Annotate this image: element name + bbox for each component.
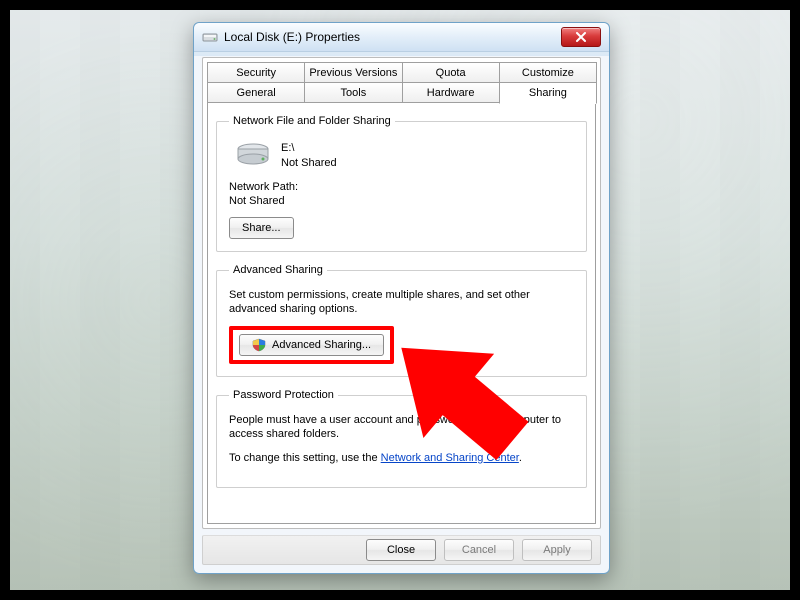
cancel-button[interactable]: Cancel: [444, 539, 514, 561]
uac-shield-icon: [252, 338, 266, 352]
group-advanced-sharing: Advanced Sharing Set custom permissions,…: [216, 264, 587, 377]
hint-suffix: .: [519, 452, 522, 464]
close-window-button[interactable]: [561, 27, 601, 47]
client-area: Security Previous Versions Quota Customi…: [202, 57, 601, 529]
tab-sharing[interactable]: Sharing: [499, 82, 597, 104]
close-button[interactable]: Close: [366, 539, 436, 561]
share-button[interactable]: Share...: [229, 217, 294, 239]
hint-prefix: To change this setting, use the: [229, 452, 381, 464]
group-legend: Network File and Folder Sharing: [229, 115, 395, 127]
apply-button[interactable]: Apply: [522, 539, 592, 561]
group-legend: Password Protection: [229, 389, 338, 401]
tab-quota[interactable]: Quota: [402, 62, 500, 83]
advanced-sharing-button[interactable]: Advanced Sharing...: [239, 334, 384, 356]
drive-large-icon: [235, 141, 271, 165]
advanced-sharing-button-label: Advanced Sharing...: [272, 339, 371, 351]
tab-content-sharing: Network File and Folder Sharing E:\ Not …: [207, 103, 596, 524]
tab-tools[interactable]: Tools: [304, 82, 402, 103]
group-network-file-sharing: Network File and Folder Sharing E:\ Not …: [216, 115, 587, 252]
group-password-protection: Password Protection People must have a u…: [216, 389, 587, 488]
tab-hardware[interactable]: Hardware: [402, 82, 500, 103]
dialog-footer: Close Cancel Apply: [202, 535, 601, 565]
advanced-sharing-description: Set custom permissions, create multiple …: [229, 288, 574, 316]
network-path-value: Not Shared: [229, 195, 574, 207]
tab-general[interactable]: General: [207, 82, 305, 103]
tabstrip: Security Previous Versions Quota Customi…: [203, 58, 600, 104]
password-protection-description: People must have a user account and pass…: [229, 413, 574, 441]
drive-icon: [202, 29, 218, 45]
network-path-label: Network Path:: [229, 181, 574, 193]
group-legend: Advanced Sharing: [229, 264, 327, 276]
network-and-sharing-center-link[interactable]: Network and Sharing Center: [381, 452, 519, 464]
share-status: Not Shared: [281, 156, 337, 171]
tab-previous-versions[interactable]: Previous Versions: [304, 62, 402, 83]
titlebar[interactable]: Local Disk (E:) Properties: [194, 23, 609, 52]
properties-dialog: Local Disk (E:) Properties Security Prev…: [193, 22, 610, 574]
tutorial-highlight: Advanced Sharing...: [229, 326, 394, 364]
tab-security[interactable]: Security: [207, 62, 305, 83]
password-protection-hint: To change this setting, use the Network …: [229, 451, 574, 465]
window-title: Local Disk (E:) Properties: [224, 30, 360, 44]
tab-customize[interactable]: Customize: [499, 62, 597, 83]
drive-path: E:\: [281, 141, 337, 156]
